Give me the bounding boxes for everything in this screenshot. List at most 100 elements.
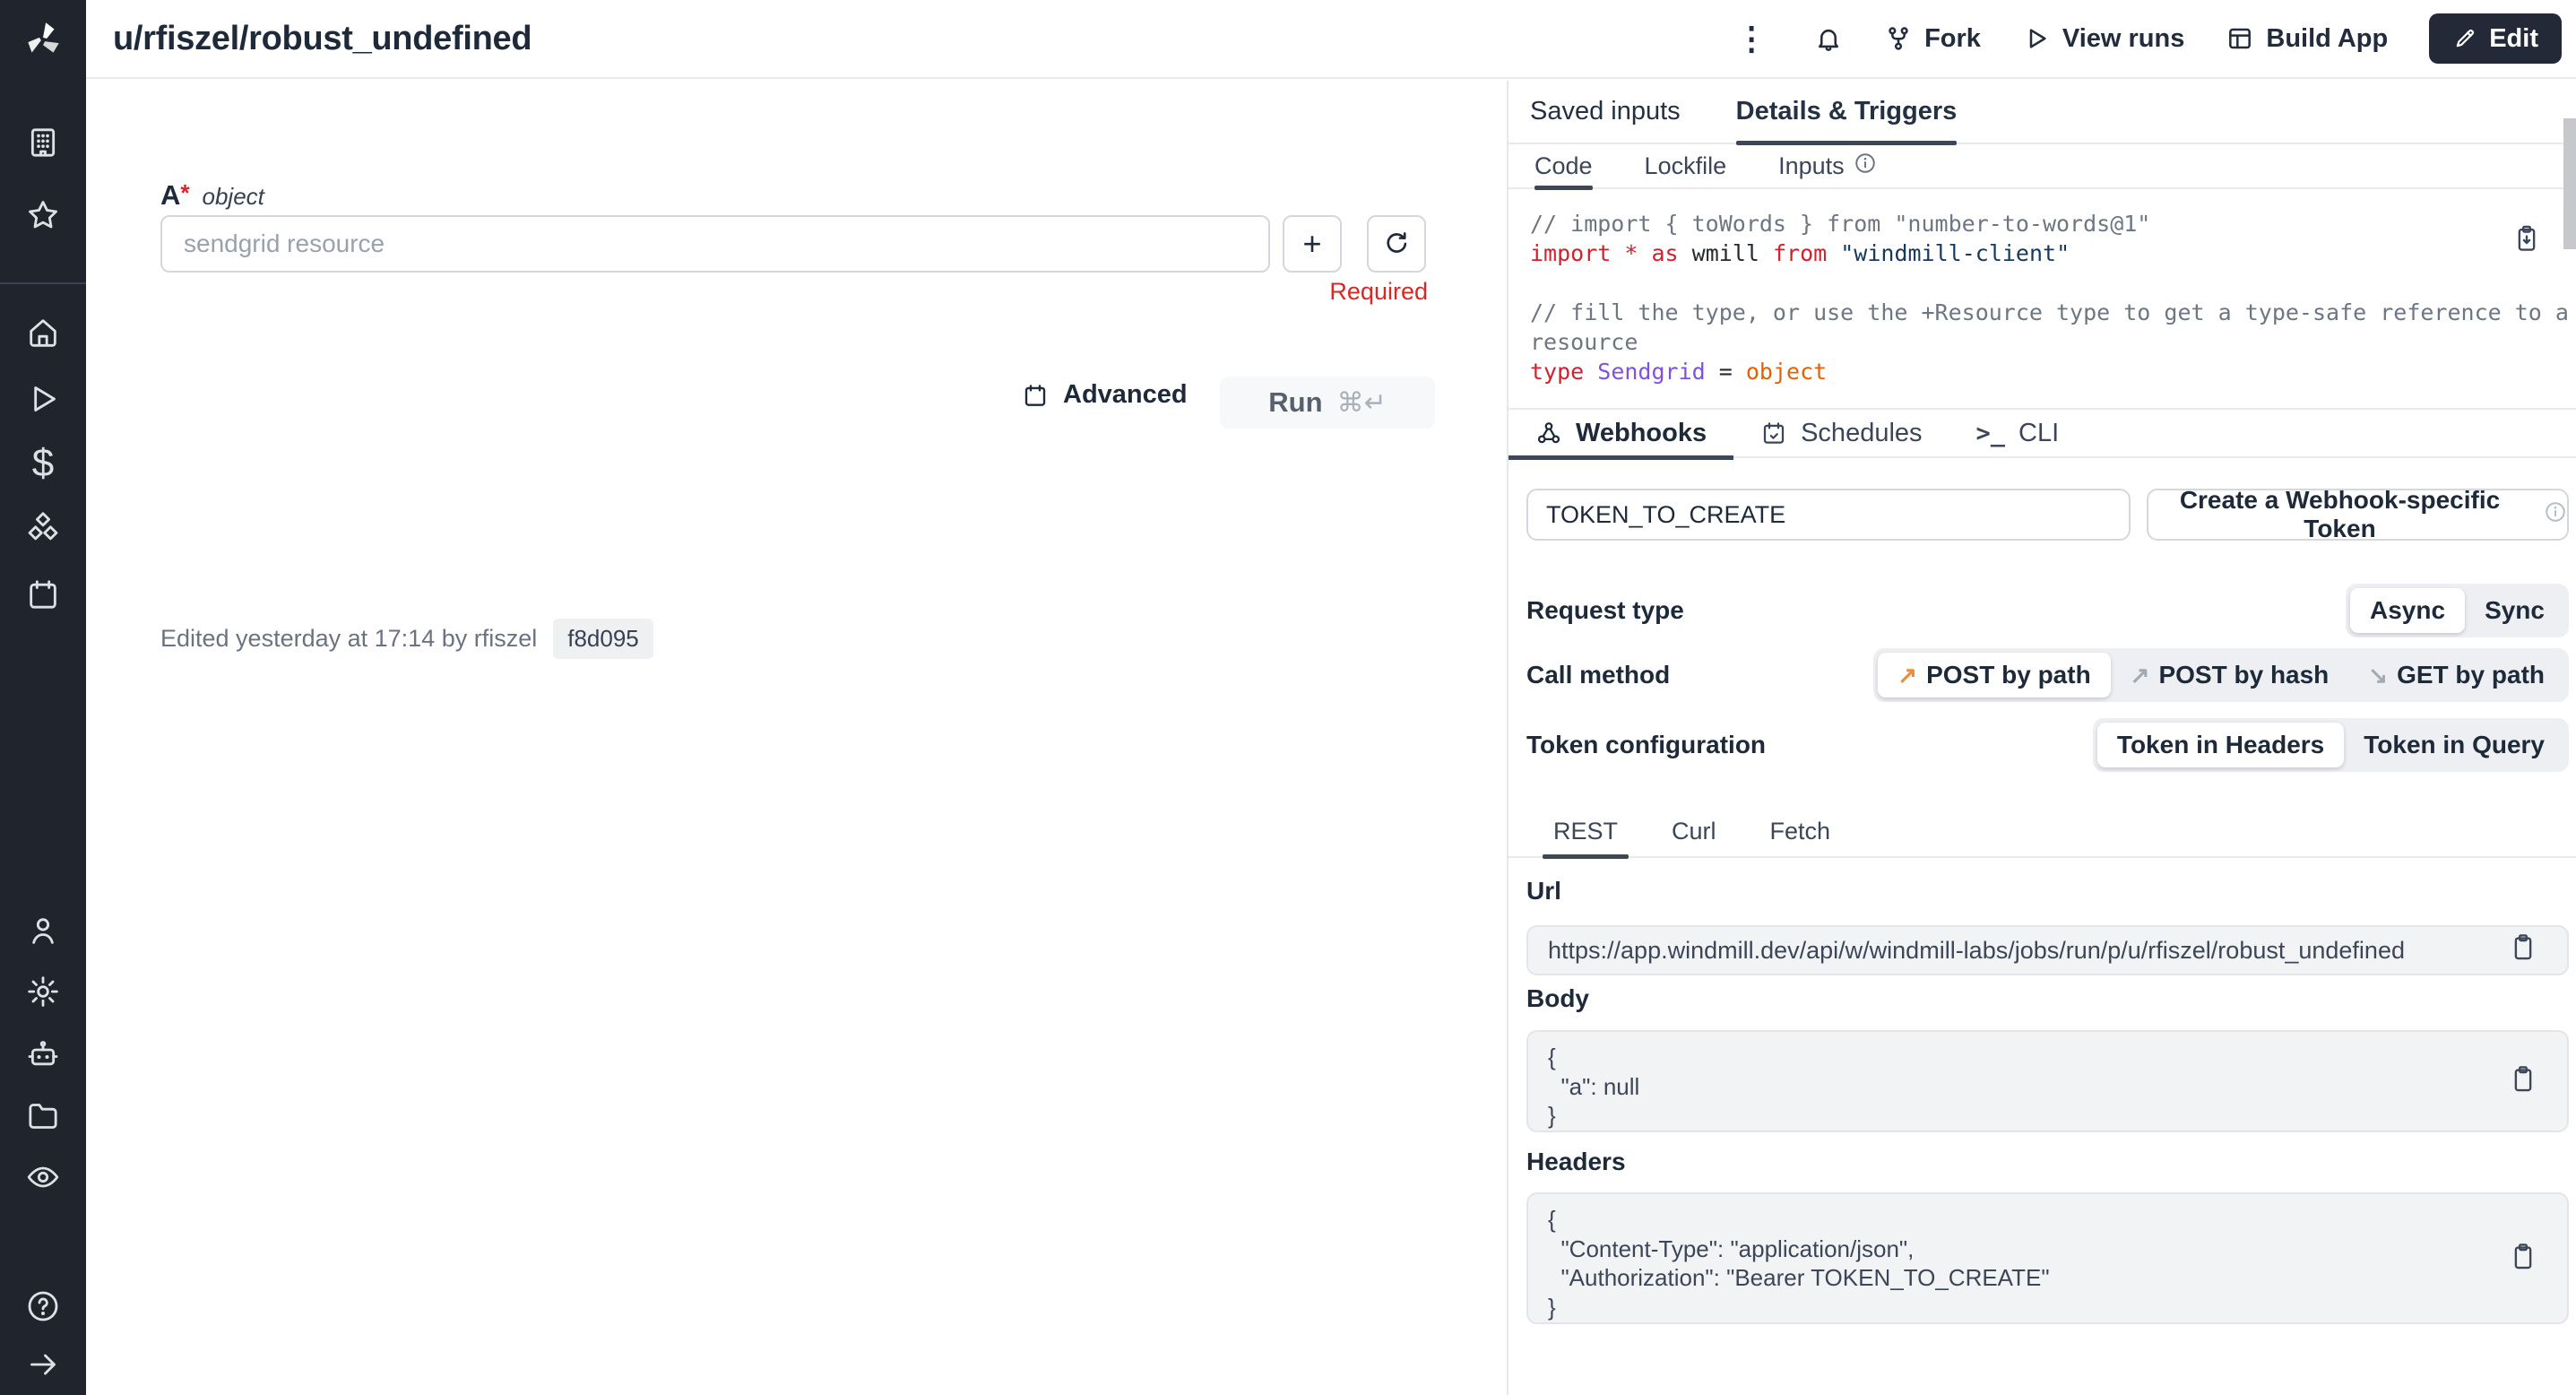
resources-cubes-icon[interactable] [23, 508, 63, 548]
help-icon[interactable] [23, 1287, 63, 1326]
workers-robot-icon[interactable] [23, 1035, 63, 1074]
call-method-row: Call method ↗ POST by path ↗ POST by has… [1526, 650, 2569, 700]
body-box: { "a": null } [1526, 1030, 2569, 1132]
call-method-post-by-path[interactable]: ↗ POST by path [1878, 653, 2110, 698]
notifications-bell-icon[interactable] [1814, 24, 1843, 53]
tab-saved-inputs[interactable]: Saved inputs [1530, 80, 1681, 143]
fork-label: Fork [1924, 24, 1981, 54]
call-method-get-by-path[interactable]: ↘ GET by path [2348, 653, 2564, 698]
windmill-logo[interactable] [0, 0, 86, 79]
app-grid-icon [2226, 24, 2254, 53]
call-method-label: Call method [1526, 661, 1670, 689]
edit-label: Edit [2489, 24, 2538, 54]
required-hint: Required [1283, 278, 1428, 306]
home-icon[interactable] [23, 313, 63, 352]
pencil-icon [2452, 26, 2477, 51]
request-type-async[interactable]: Async [2350, 588, 2465, 633]
headers-json: { "Content-Type": "application/json", "A… [1528, 1194, 2567, 1332]
token-info-icon [2544, 500, 2567, 530]
sidebar-divider [0, 282, 86, 284]
argument-label-row: A* object [160, 179, 264, 212]
tab-details-triggers[interactable]: Details & Triggers [1736, 80, 1958, 143]
build-app-button[interactable]: Build App [2226, 24, 2388, 54]
code-lines: // import { toWords } from "number-to-wo… [1530, 209, 2554, 386]
url-value: https://app.windmill.dev/api/w/windmill-… [1548, 937, 2405, 965]
headers-label: Headers [1526, 1148, 1626, 1176]
panel-tabs: Saved inputs Details & Triggers [1508, 81, 2576, 144]
refresh-button[interactable] [1367, 215, 1426, 273]
argument-name: A* [160, 179, 190, 212]
view-runs-button[interactable]: View runs [2022, 24, 2184, 54]
tab-fetch[interactable]: Fetch [1770, 806, 1831, 857]
tab-lockfile[interactable]: Lockfile [1645, 143, 1727, 188]
tab-curl[interactable]: Curl [1672, 806, 1716, 857]
token-input[interactable] [1526, 489, 2131, 541]
run-button[interactable]: Run ⌘↵ [1220, 377, 1435, 429]
headers-box: { "Content-Type": "application/json", "A… [1526, 1192, 2569, 1324]
edit-button[interactable]: Edit [2429, 13, 2562, 64]
copy-headers-icon[interactable] [2510, 1241, 2537, 1276]
argument-input[interactable] [160, 215, 1270, 273]
request-type-label: Request type [1526, 596, 1684, 625]
tab-inputs[interactable]: Inputs [1778, 143, 1877, 188]
more-menu-kebab-icon[interactable]: ⋮ [1730, 22, 1773, 55]
token-configuration-label: Token configuration [1526, 731, 1766, 759]
top-bar: u/rfiszel/robust_undefined ⋮ Fork View r… [86, 0, 2576, 79]
favorites-star-icon[interactable] [23, 195, 63, 235]
topbar-actions: ⋮ Fork View runs Build App Edit [1730, 13, 2562, 64]
script-hash-badge[interactable]: f8d095 [553, 619, 653, 659]
token-configuration-toggle: Token in Headers Token in Query [2093, 718, 2569, 772]
run-shortcut: ⌘↵ [1337, 387, 1387, 419]
settings-gear-icon[interactable] [23, 972, 63, 1011]
advanced-label: Advanced [1063, 380, 1188, 410]
webhook-icon [1535, 420, 1562, 446]
advanced-calendar-icon [1022, 382, 1049, 409]
tab-cli[interactable]: >_ CLI [1949, 408, 2087, 458]
panel-scrollbar-thumb[interactable] [2563, 118, 2576, 249]
run-label: Run [1268, 386, 1322, 419]
add-resource-button[interactable]: + [1283, 215, 1342, 273]
runs-play-icon[interactable] [23, 379, 63, 419]
audit-logs-eye-icon[interactable] [23, 1157, 63, 1197]
variables-dollar-icon[interactable]: $ [23, 444, 63, 483]
advanced-button[interactable]: Advanced [1022, 380, 1188, 410]
token-configuration-row: Token configuration Token in Headers Tok… [1526, 720, 2569, 770]
tab-rest[interactable]: REST [1553, 806, 1618, 857]
workspace-icon[interactable] [23, 123, 63, 162]
refresh-icon [1382, 230, 1411, 258]
token-row: Create a Webhook-specific Token [1526, 489, 2569, 541]
call-method-post-by-hash[interactable]: ↗ POST by hash [2111, 653, 2349, 698]
copy-body-icon[interactable] [2510, 1064, 2537, 1099]
token-in-query[interactable]: Token in Query [2344, 723, 2564, 767]
copy-code-icon[interactable] [2513, 223, 2540, 259]
token-in-headers[interactable]: Token in Headers [2097, 723, 2344, 767]
tab-webhooks[interactable]: Webhooks [1508, 408, 1733, 458]
trigger-tabs: Webhooks Schedules >_ CLI [1508, 408, 2576, 458]
view-runs-label: View runs [2062, 24, 2184, 54]
expand-sidebar-arrow-icon[interactable] [23, 1345, 63, 1384]
snippet-tabs: REST Curl Fetch [1508, 807, 2576, 858]
copy-url-icon[interactable] [2510, 932, 2537, 969]
request-type-toggle: Async Sync [2346, 584, 2569, 637]
fork-icon [1884, 24, 1913, 53]
fork-button[interactable]: Fork [1884, 24, 1981, 54]
edited-text: Edited yesterday at 17:14 by rfiszel [160, 625, 537, 653]
create-webhook-token-button[interactable]: Create a Webhook-specific Token [2147, 489, 2569, 541]
detail-tabs: Code Lockfile Inputs [1508, 144, 2576, 189]
url-box: https://app.windmill.dev/api/w/windmill-… [1526, 925, 2569, 975]
body-json: { "a": null } [1528, 1032, 2567, 1141]
request-type-sync[interactable]: Sync [2465, 588, 2564, 633]
body-label: Body [1526, 984, 1589, 1013]
play-icon [2022, 24, 2051, 53]
tab-schedules[interactable]: Schedules [1733, 408, 1949, 458]
tab-code[interactable]: Code [1534, 143, 1593, 188]
page-title: u/rfiszel/robust_undefined [113, 20, 532, 58]
arrow-down-right-icon: ↘ [2368, 662, 2388, 689]
arrow-up-right-icon: ↗ [2131, 662, 2150, 689]
edited-info-row: Edited yesterday at 17:14 by rfiszel f8d… [160, 619, 653, 659]
schedules-calendar-icon[interactable] [23, 575, 63, 614]
users-icon[interactable] [23, 911, 63, 950]
required-asterisk: * [180, 179, 189, 206]
details-panel: Saved inputs Details & Triggers Code Loc… [1508, 81, 2576, 1395]
folders-icon[interactable] [23, 1096, 63, 1136]
